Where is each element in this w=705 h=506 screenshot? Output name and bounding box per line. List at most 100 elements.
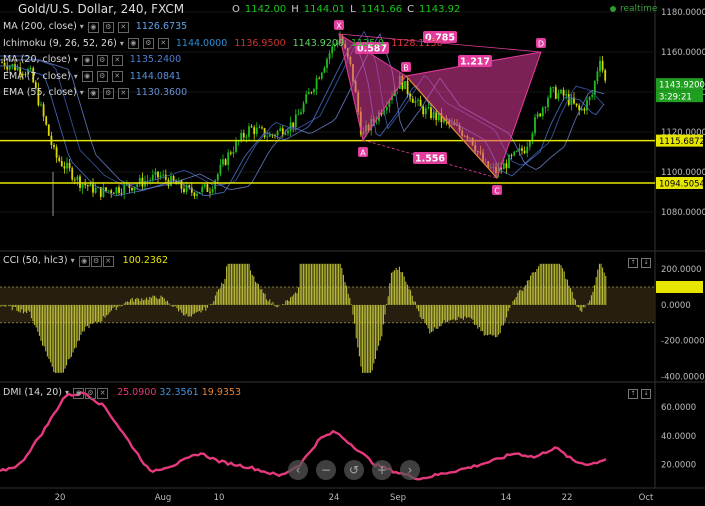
close-icon[interactable]: ✕ <box>111 71 123 82</box>
candle-body <box>404 81 406 90</box>
close-icon[interactable]: ✕ <box>117 87 129 99</box>
eye-icon[interactable]: ◉ <box>81 54 93 66</box>
candle-body <box>591 94 594 97</box>
candle-body <box>315 78 318 90</box>
zoom-in-icon[interactable]: + <box>372 460 392 480</box>
close-icon[interactable]: ✕ <box>97 388 109 399</box>
indicator-value: 1126.6735 <box>135 21 188 32</box>
candle-body <box>235 141 237 153</box>
settings-icon[interactable]: ⚙ <box>102 87 114 99</box>
indicator-row: EMA (55, close) ▾ ◉ ⚙ ✕ 1130.3600 <box>3 87 187 99</box>
candle-body <box>55 147 58 158</box>
candle-body <box>76 176 79 181</box>
ohlc-high: 1144.01 <box>303 4 346 15</box>
pane-up-icon[interactable]: ↑ <box>628 389 638 399</box>
price-axis-label: 1080.0000 <box>661 208 705 218</box>
eye-icon[interactable]: ◉ <box>81 71 93 82</box>
dropdown-icon[interactable]: ▾ <box>74 71 78 83</box>
candle-body <box>302 103 305 113</box>
eye-icon[interactable]: ◉ <box>87 21 99 33</box>
candle-body <box>110 190 113 193</box>
eye-icon[interactable]: ◉ <box>127 38 139 49</box>
candle-body <box>47 124 50 136</box>
candle-body <box>544 107 547 108</box>
dropdown-icon[interactable]: ▾ <box>71 256 75 265</box>
candle-body <box>297 114 300 116</box>
candle-body <box>300 112 302 115</box>
settings-icon[interactable]: ⚙ <box>102 21 114 33</box>
scroll-right-icon[interactable]: › <box>400 460 420 480</box>
candle-body <box>8 66 11 70</box>
candle-body <box>414 100 417 103</box>
dropdown-icon[interactable]: ▾ <box>65 388 69 397</box>
settings-icon[interactable]: ⚙ <box>142 38 154 49</box>
candle-body <box>604 70 607 81</box>
time-axis-label: 24 <box>329 493 340 503</box>
close-icon[interactable]: ✕ <box>157 38 169 49</box>
candle-body <box>385 107 388 111</box>
candle-body <box>245 136 248 138</box>
eye-icon[interactable]: ◉ <box>73 388 85 399</box>
candle-body <box>432 112 435 119</box>
settings-icon[interactable]: ⚙ <box>90 256 102 267</box>
close-icon[interactable]: ✕ <box>102 256 114 267</box>
candle-body <box>276 130 279 136</box>
chart-nav-controls: ‹ − ↺ + › <box>288 460 420 480</box>
candle-body <box>219 164 222 175</box>
close-icon[interactable]: ✕ <box>111 54 123 66</box>
eye-icon[interactable]: ◉ <box>78 256 90 267</box>
candle-body <box>193 192 196 197</box>
candle-body <box>284 133 287 135</box>
settings-icon[interactable]: ⚙ <box>96 54 108 66</box>
candle-body <box>115 187 118 194</box>
eye-icon[interactable]: ◉ <box>87 87 99 99</box>
cci-axis-label: -200.0000 <box>661 337 705 347</box>
indicator-value: 1143.9200 <box>292 37 344 49</box>
indicator-label[interactable]: MA (200, close) <box>3 21 77 33</box>
dropdown-icon[interactable]: ▾ <box>74 54 78 66</box>
candle-body <box>424 108 427 115</box>
ohlc-high-label: H <box>291 4 299 15</box>
candle-body <box>588 96 591 101</box>
time-axis-label: Oct <box>639 493 654 503</box>
candle-body <box>248 126 250 137</box>
candle-body <box>40 104 42 106</box>
indicator-label[interactable]: EMA (7, close) <box>3 71 71 83</box>
pane-up-icon[interactable]: ↑ <box>628 258 638 268</box>
candle-body <box>58 157 61 161</box>
zoom-out-icon[interactable]: − <box>316 460 336 480</box>
candle-body <box>102 187 105 197</box>
settings-icon[interactable]: ⚙ <box>85 388 97 399</box>
candle-body <box>570 97 573 105</box>
dropdown-icon[interactable]: ▾ <box>120 38 124 50</box>
candle-body <box>526 146 529 154</box>
candle-body <box>211 188 214 193</box>
indicator-label[interactable]: EMA (55, close) <box>3 87 77 99</box>
dropdown-icon[interactable]: ▾ <box>80 21 84 33</box>
indicator-label[interactable]: MA (20, close) <box>3 54 71 66</box>
pane-down-icon[interactable]: ↓ <box>641 258 651 268</box>
candle-body <box>422 106 425 115</box>
cci-label[interactable]: CCI (50, hlc3) <box>3 255 68 266</box>
pattern-point-c: C <box>494 187 500 196</box>
dmi-label[interactable]: DMI (14, 20) <box>3 387 62 398</box>
close-icon[interactable]: ✕ <box>117 21 129 33</box>
pane-down-icon[interactable]: ↓ <box>641 389 651 399</box>
dropdown-icon[interactable]: ▾ <box>80 87 84 99</box>
candle-body <box>201 186 204 193</box>
candle-body <box>294 114 297 128</box>
settings-icon[interactable]: ⚙ <box>96 71 108 82</box>
candle-body <box>549 87 552 98</box>
indicator-label[interactable]: Ichimoku (9, 26, 52, 26) <box>3 38 117 50</box>
reset-icon[interactable]: ↺ <box>344 460 364 480</box>
candle-body <box>521 148 523 151</box>
scroll-left-icon[interactable]: ‹ <box>288 460 308 480</box>
candle-body <box>575 103 578 106</box>
candle-body <box>596 71 599 82</box>
candle-body <box>323 67 326 73</box>
pattern-point-a: A <box>360 149 366 158</box>
cci-legend: CCI (50, hlc3) ▾ ◉ ⚙ ✕ 100.2362 <box>3 255 168 267</box>
candle-body <box>547 97 549 108</box>
candle-body <box>60 160 63 167</box>
dmi-plus-value: 25.0900 <box>117 387 157 398</box>
